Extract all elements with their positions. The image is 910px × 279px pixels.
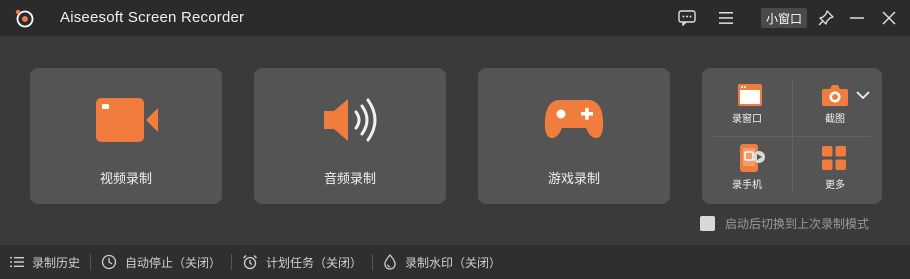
chevron-down-icon[interactable] [856, 90, 870, 100]
menu-icon[interactable] [716, 7, 736, 29]
schedule-label: 计划任务（关闭） [266, 255, 363, 270]
history-label: 录制历史 [32, 255, 81, 270]
audio-record-card[interactable]: 音频录制 [254, 68, 446, 204]
feedback-icon[interactable] [676, 7, 698, 29]
resume-last-mode-option[interactable]: 启动后切换到上次录制模式 [700, 215, 869, 232]
app-title: Aiseesoft Screen Recorder [60, 9, 245, 26]
audio-record-label: 音频录制 [323, 172, 376, 187]
auto-stop-label: 自动停止（关闭） [125, 255, 222, 270]
watermark-label: 录制水印（关闭） [405, 255, 502, 270]
phone-record-tool[interactable]: 录手机 [702, 136, 792, 204]
window-icon [738, 84, 762, 108]
camera-icon [822, 84, 848, 108]
list-icon [10, 256, 24, 268]
auto-stop-button[interactable]: 自动停止（关闭） [91, 254, 231, 271]
clock-icon [101, 254, 117, 270]
screenshot-tool[interactable]: 截图 [792, 68, 882, 136]
gamepad-icon [544, 96, 604, 142]
phone-record-label: 录手机 [732, 180, 762, 191]
water-drop-icon [383, 254, 397, 270]
mini-window-button[interactable]: 小窗口 [761, 8, 807, 28]
game-record-card[interactable]: 游戏录制 [478, 68, 670, 204]
game-record-label: 游戏录制 [547, 172, 600, 187]
watermark-button[interactable]: 录制水印（关闭） [373, 254, 511, 271]
title-bar: Aiseesoft Screen Recorder 小窗口 [0, 0, 910, 36]
speaker-icon [322, 95, 382, 145]
resume-last-label: 启动后切换到上次录制模式 [725, 217, 870, 231]
more-tools[interactable]: 更多 [792, 136, 882, 204]
video-record-label: 视频录制 [99, 172, 152, 187]
video-camera-icon [96, 98, 158, 142]
window-record-tool[interactable]: 录窗口 [702, 68, 792, 136]
close-icon[interactable] [878, 7, 900, 29]
status-bar: 录制历史 自动停止（关闭） 计划任务（关闭） 录制水印（关闭） [0, 245, 910, 279]
video-record-card[interactable]: 视频录制 [30, 68, 222, 204]
more-label: 更多 [825, 180, 845, 191]
minimize-icon[interactable] [846, 7, 868, 29]
pin-icon[interactable] [816, 7, 836, 29]
window-record-label: 录窗口 [732, 114, 762, 125]
grid-icon [822, 146, 846, 170]
phone-icon [740, 144, 765, 172]
tools-panel: 录窗口 截图 录手机 更多 [702, 68, 882, 204]
screenshot-label: 截图 [825, 114, 845, 125]
resume-last-checkbox[interactable] [700, 216, 715, 231]
app-logo-icon [14, 8, 34, 28]
history-button[interactable]: 录制历史 [0, 254, 90, 271]
alarm-clock-icon [242, 254, 258, 270]
schedule-button[interactable]: 计划任务（关闭） [232, 254, 372, 271]
